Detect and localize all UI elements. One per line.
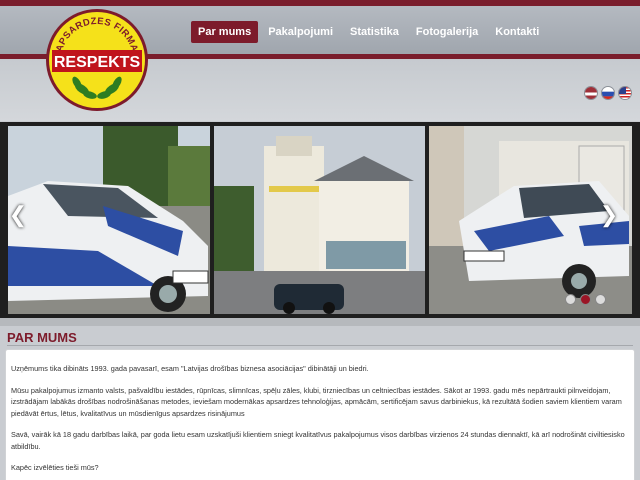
paragraph-why-us: Kapēc izvēlēties tieši mūs? bbox=[11, 463, 99, 472]
photo-slider: ❮ ❯ bbox=[0, 122, 640, 318]
slide-photo-building bbox=[214, 126, 425, 314]
main-nav: Par mums Pakalpojumi Statistika Fotogale… bbox=[191, 21, 546, 43]
slider-pagination bbox=[565, 294, 606, 305]
us-flag-icon[interactable] bbox=[618, 86, 632, 100]
latvian-flag-icon[interactable] bbox=[584, 86, 598, 100]
slider-dot-3[interactable] bbox=[595, 294, 606, 305]
respekts-logo[interactable]: APSARDZES FIRMA RESPEKTS bbox=[44, 7, 150, 113]
logo-emblem: APSARDZES FIRMA RESPEKTS bbox=[46, 9, 148, 111]
chevron-right-icon: ❯ bbox=[599, 202, 619, 227]
title-divider bbox=[7, 345, 633, 346]
slider-shadow bbox=[0, 318, 640, 326]
language-switcher bbox=[584, 86, 632, 100]
paragraph-intro: Uzņēmums tika dibināts 1993. gada pavasa… bbox=[11, 364, 369, 373]
slider-prev-button[interactable]: ❮ bbox=[7, 202, 29, 228]
nav-fotogalerija[interactable]: Fotogalerija bbox=[409, 21, 485, 43]
slider-dot-1[interactable] bbox=[565, 294, 576, 305]
nav-pakalpojumi[interactable]: Pakalpojumi bbox=[261, 21, 340, 43]
header-top-stripe bbox=[0, 0, 640, 6]
logo-name: RESPEKTS bbox=[54, 54, 141, 71]
paragraph-services: Mūsu pakalpojumus izmanto valsts, pašval… bbox=[11, 385, 622, 418]
slider-next-button[interactable]: ❯ bbox=[598, 202, 620, 228]
nav-statistika[interactable]: Statistika bbox=[343, 21, 406, 43]
content-box: Uzņēmums tika dibināts 1993. gada pavasa… bbox=[5, 349, 635, 480]
chevron-left-icon: ❮ bbox=[8, 202, 28, 227]
paragraph-experience: Savā, vairāk kā 18 gadu darbības laikā, … bbox=[11, 430, 625, 451]
slider-dot-2[interactable] bbox=[580, 294, 591, 305]
slide-photo-police-car-1 bbox=[8, 126, 210, 314]
russian-flag-icon[interactable] bbox=[601, 86, 615, 100]
nav-kontakti[interactable]: Kontakti bbox=[488, 21, 546, 43]
page-title: PAR MUMS bbox=[7, 330, 77, 345]
nav-par-mums[interactable]: Par mums bbox=[191, 21, 259, 43]
